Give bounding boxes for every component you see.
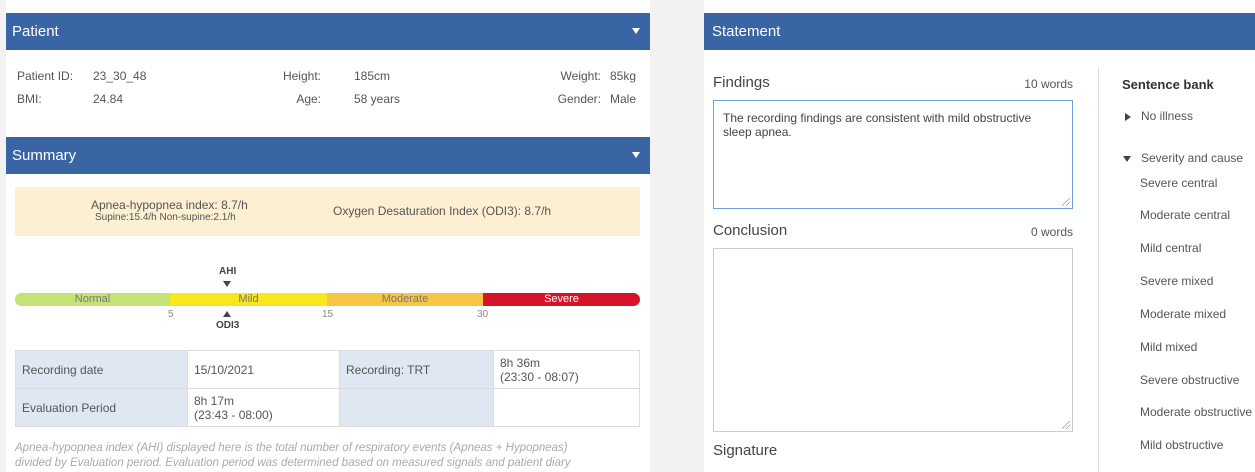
recording-date-label: Recording date [15,350,188,389]
tick-label: 30 [477,309,489,320]
sentence-bank-item[interactable]: Severe mixed [1140,274,1213,288]
findings-textarea[interactable]: The recording findings are consistent wi… [713,100,1073,209]
eval-period-range: (23:43 - 08:00) [194,407,273,422]
ahi-note-line: divided by Evaluation period. Evaluation… [15,457,571,469]
ahi-marker-icon [223,281,231,287]
sentence-bank-title: Sentence bank [1122,77,1214,92]
height-value: 185cm [354,69,391,83]
group-label: Severity and cause [1141,151,1244,165]
summary-box: Apnea-hypopnea index: 8.7/h Supine:15.4/… [15,187,640,236]
conclusion-label: Conclusion [713,222,788,239]
summary-header[interactable]: Summary [6,137,650,174]
gender-label: Gender: [557,92,601,106]
conclusion-word-count: 0 words [1030,225,1073,239]
recording-trt-range: (23:30 - 08:07) [500,369,579,384]
sentence-bank-item[interactable]: Moderate central [1140,208,1230,222]
summary-header-title: Summary [12,147,77,164]
severity-band-severe: Severe [483,293,640,306]
recording-trt-label: Recording: TRT [339,350,494,389]
weight-value: 85kg [610,69,637,83]
severity-band-moderate: Moderate [327,293,483,306]
ahi-note: Apnea-hypopnea index (AHI) displayed her… [15,441,645,471]
sentence-bank-item[interactable]: Severe obstructive [1140,373,1239,387]
findings-label: Findings [713,74,770,91]
empty-cell [339,388,494,427]
findings-word-count: 10 words [1024,77,1073,91]
signature-label: Signature [713,442,778,459]
recording-trt-value: 8h 36m (23:30 - 08:07) [493,350,640,389]
chevron-down-icon[interactable] [632,28,640,34]
eval-period-value: 8h 17m (23:43 - 08:00) [187,388,340,427]
patient-header-title: Patient [12,23,59,40]
statement-header[interactable]: Statement [704,13,1255,50]
sentence-bank-group-no-illness[interactable]: No illness [1125,109,1193,123]
recording-date-value: 15/10/2021 [187,350,340,389]
bmi-label: BMI: [17,92,42,106]
vertical-divider [1098,67,1099,472]
patient-id-value: 23_30_48 [93,69,147,83]
severity-band-mild: Mild [170,293,327,306]
sentence-bank-item[interactable]: Mild central [1140,241,1201,255]
conclusion-textarea[interactable] [713,248,1073,432]
odi-marker-icon [223,311,231,317]
tick-label: 15 [322,309,334,320]
odi-marker-label: ODI3 [216,320,240,331]
empty-cell [493,388,640,427]
ahi-sub: Supine:15.4/h Non-supine:2.1/h [95,212,236,223]
gender-value: Male [610,92,637,106]
age-label: Age: [296,92,321,106]
sentence-bank-item[interactable]: Mild obstructive [1140,438,1223,452]
patient-id-label: Patient ID: [17,69,74,83]
ahi-note-line: Apnea-hypopnea index (AHI) displayed her… [15,442,568,454]
bmi-value: 24.84 [93,92,124,106]
table-row: Evaluation Period 8h 17m (23:43 - 08:00) [15,388,640,427]
right-panel: Statement Findings 10 words The recordin… [704,0,1255,472]
sentence-bank-group-severity[interactable]: Severity and cause [1123,151,1243,165]
sentence-bank-item[interactable]: Severe central [1140,176,1217,190]
sentence-bank-item[interactable]: Moderate obstructive [1140,405,1252,419]
ahi-text: Apnea-hypopnea index: 8.7/h [91,198,248,212]
eval-period-duration: 8h 17m [194,393,235,408]
eval-period-label: Evaluation Period [15,388,188,427]
statement-header-title: Statement [712,23,781,40]
age-value: 58 years [354,92,401,106]
resize-grip-icon[interactable] [1062,421,1070,429]
severity-band-normal: Normal [15,293,170,306]
ahi-marker-label: AHI [219,266,237,277]
table-row: Recording date 15/10/2021 Recording: TRT… [15,350,640,389]
tick-label: 5 [168,309,174,320]
sentence-bank-item[interactable]: Mild mixed [1140,340,1197,354]
patient-header[interactable]: Patient [6,13,650,50]
caret-right-icon [1125,112,1131,121]
caret-down-icon [1123,155,1131,162]
recording-table: Recording date 15/10/2021 Recording: TRT… [15,350,640,427]
recording-trt-duration: 8h 36m [500,355,541,370]
chevron-down-icon[interactable] [632,152,640,158]
group-label: No illness [1141,109,1194,123]
left-panel: Patient Patient ID: 23_30_48 Height: 185… [6,0,650,472]
weight-label: Weight: [560,69,601,83]
findings-text: The recording findings are consistent wi… [723,111,1032,139]
height-label: Height: [282,69,321,83]
odi-text: Oxygen Desaturation Index (ODI3): 8.7/h [333,204,552,218]
resize-grip-icon[interactable] [1062,198,1070,206]
sentence-bank-item[interactable]: Moderate mixed [1140,307,1226,321]
